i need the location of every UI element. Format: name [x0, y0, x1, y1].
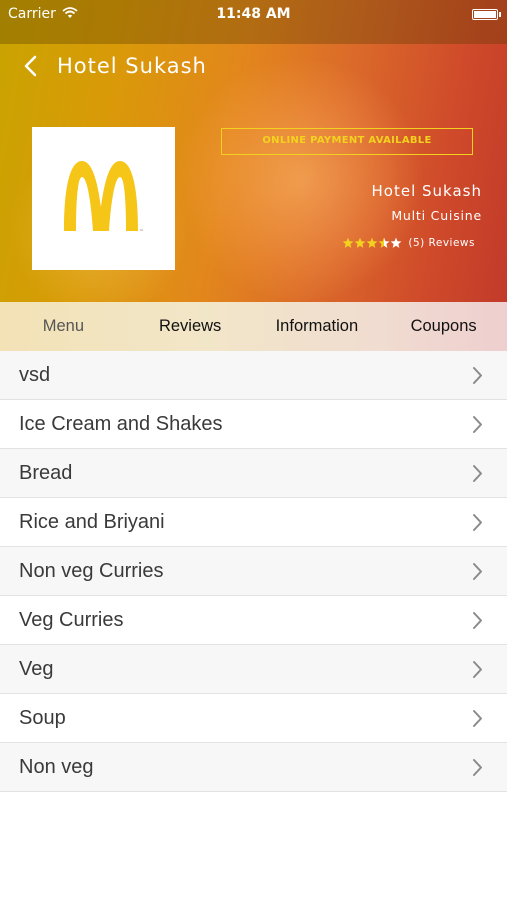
battery-icon — [472, 9, 501, 20]
nav-title: Hotel Sukash — [57, 54, 207, 78]
header-background-food-image — [170, 60, 430, 300]
chevron-right-icon — [472, 709, 483, 728]
restaurant-cuisine: Multi Cuisine — [391, 208, 482, 223]
tab-bar: Menu Reviews Information Coupons — [0, 302, 507, 351]
tab-coupons[interactable]: Coupons — [380, 302, 507, 351]
menu-category-label: Veg — [19, 658, 54, 680]
svg-text:™: ™ — [139, 229, 144, 235]
star-rating — [342, 237, 402, 249]
chevron-left-icon[interactable] — [22, 54, 40, 78]
rating-row[interactable]: (5) Reviews — [342, 237, 475, 249]
menu-category-row[interactable]: Non veg — [0, 743, 507, 792]
tab-information[interactable]: Information — [254, 302, 381, 351]
menu-category-label: Bread — [19, 462, 73, 484]
chevron-right-icon — [472, 611, 483, 630]
menu-category-row[interactable]: Soup — [0, 694, 507, 743]
chevron-right-icon — [472, 366, 483, 385]
chevron-right-icon — [472, 660, 483, 679]
star-icon — [390, 237, 402, 249]
menu-category-row[interactable]: Veg Curries — [0, 596, 507, 645]
menu-category-row[interactable]: Veg — [0, 645, 507, 694]
mcdonalds-logo-icon: ™ — [64, 161, 144, 235]
menu-category-label: Non veg — [19, 756, 94, 778]
online-payment-badge: ONLINE PAYMENT AVAILABLE — [221, 128, 473, 155]
restaurant-logo: ™ — [32, 127, 175, 270]
menu-category-label: Soup — [19, 707, 66, 729]
star-icon — [366, 237, 378, 249]
reviews-count: (5) Reviews — [408, 237, 475, 249]
star-icon — [354, 237, 366, 249]
menu-category-row[interactable]: Non veg Curries — [0, 547, 507, 596]
restaurant-name: Hotel Sukash — [371, 182, 482, 200]
menu-category-label: Ice Cream and Shakes — [19, 413, 223, 435]
clock: 11:48 AM — [216, 6, 291, 22]
menu-category-label: Non veg Curries — [19, 560, 164, 582]
menu-category-row[interactable]: Ice Cream and Shakes — [0, 400, 507, 449]
menu-category-label: vsd — [19, 364, 51, 386]
chevron-right-icon — [472, 464, 483, 483]
menu-category-label: Veg Curries — [19, 609, 124, 631]
menu-category-row[interactable]: Bread — [0, 449, 507, 498]
tab-reviews[interactable]: Reviews — [127, 302, 254, 351]
chevron-right-icon — [472, 513, 483, 532]
star-icon — [342, 237, 354, 249]
restaurant-header: Carrier 11:48 AM Hotel Sukash ™ ONLINE P… — [0, 0, 507, 302]
star-icon — [378, 237, 390, 249]
chevron-right-icon — [472, 758, 483, 777]
menu-category-row[interactable]: Rice and Briyani — [0, 498, 507, 547]
menu-category-list: vsd Ice Cream and Shakes Bread Rice and Bri… — [0, 351, 507, 792]
menu-category-row[interactable]: vsd — [0, 351, 507, 400]
chevron-right-icon — [472, 415, 483, 434]
status-bar: Carrier 11:48 AM — [0, 0, 507, 28]
menu-category-label: Rice and Briyani — [19, 511, 165, 533]
chevron-right-icon — [472, 562, 483, 581]
tab-menu[interactable]: Menu — [0, 302, 127, 351]
